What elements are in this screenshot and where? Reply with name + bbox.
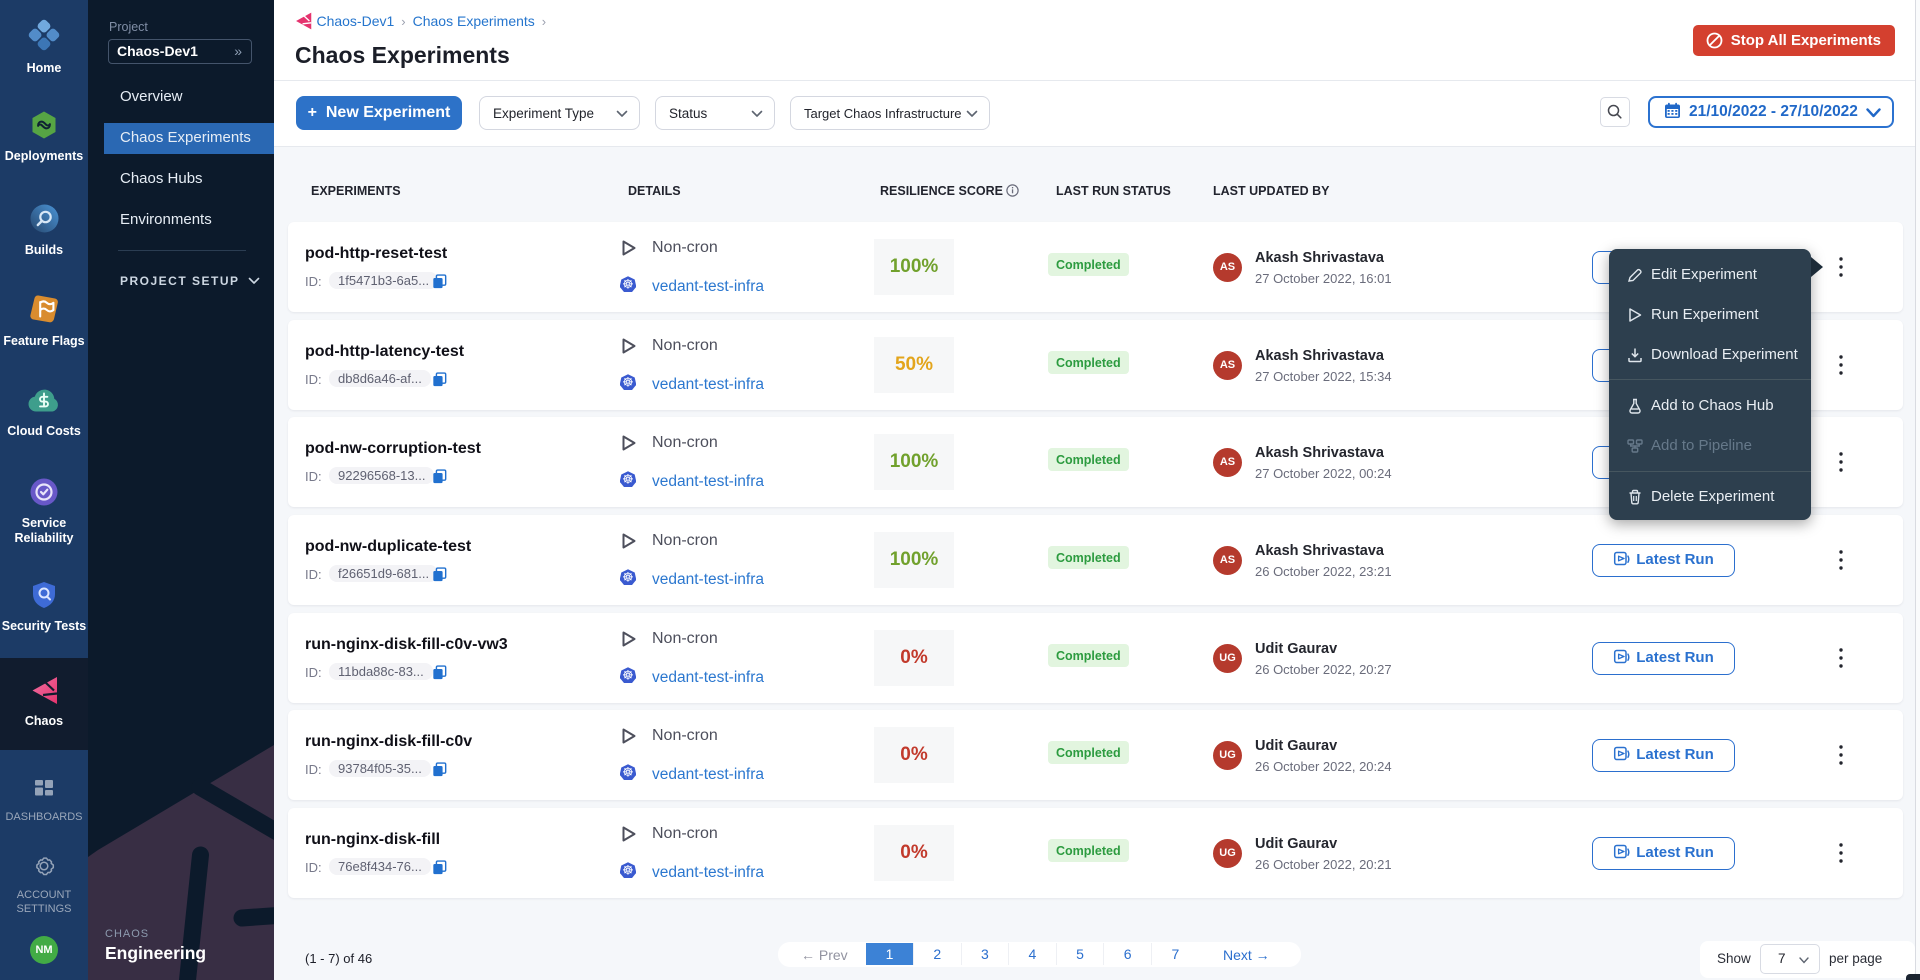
svg-text:☸: ☸ bbox=[622, 668, 634, 683]
svg-text:☸: ☸ bbox=[622, 570, 634, 585]
svg-text:☸: ☸ bbox=[622, 277, 634, 292]
svg-text:☸: ☸ bbox=[622, 472, 634, 487]
svg-text:☸: ☸ bbox=[622, 375, 634, 390]
svg-text:☸: ☸ bbox=[622, 765, 634, 780]
svg-text:☸: ☸ bbox=[622, 863, 634, 878]
